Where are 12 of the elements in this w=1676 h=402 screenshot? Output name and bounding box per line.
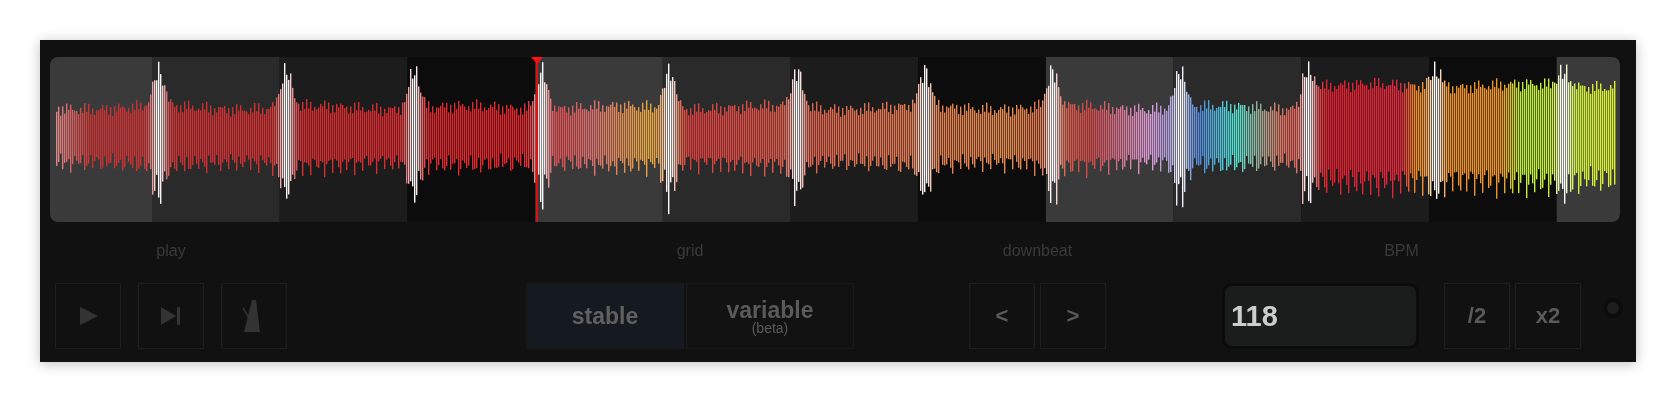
nudge-button[interactable]: > <box>1040 283 1106 349</box>
icon-button[interactable] <box>221 283 287 349</box>
grid-mode-tab[interactable]: stable <box>526 283 684 349</box>
bpm-field[interactable]: 118 <box>1222 283 1419 349</box>
skip-forward-icon <box>159 306 183 326</box>
playhead-marker[interactable] <box>531 57 543 222</box>
tempo-button[interactable]: /2 <box>1444 283 1510 349</box>
nudge-button[interactable]: < <box>969 283 1035 349</box>
tempo-button[interactable]: x2 <box>1515 283 1581 349</box>
icon-button[interactable] <box>138 283 204 349</box>
grid-mode-tab[interactable]: variable (beta) <box>686 283 854 349</box>
icon-button[interactable] <box>55 283 121 349</box>
